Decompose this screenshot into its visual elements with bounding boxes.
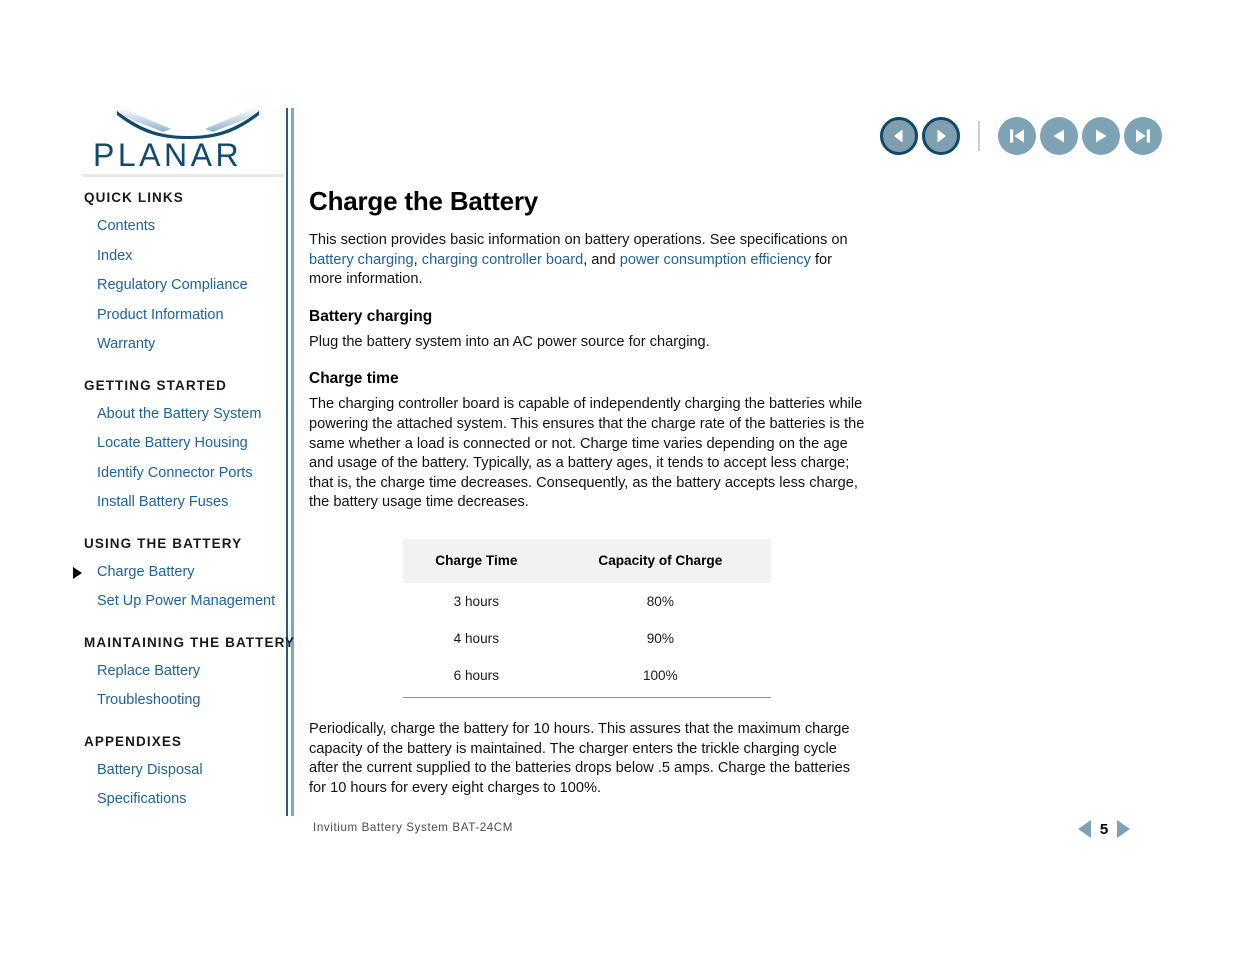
cell-charge-time: 3 hours (453, 593, 499, 609)
document-page: PLANAR QUICK LINKS Contents Index Regula… (0, 0, 1235, 954)
column-header-capacity-of-charge: Capacity of Charge (549, 538, 771, 583)
sidebar-heading: GETTING STARTED (84, 377, 227, 393)
history-nav-group (880, 117, 960, 155)
logo-wordmark: PLANAR (93, 137, 243, 173)
last-page-button[interactable] (1124, 117, 1162, 155)
sidebar-item-about-the-battery-system[interactable]: About the Battery System (84, 400, 289, 430)
skip-to-end-icon (1136, 129, 1150, 143)
sidebar-item-warranty[interactable]: Warranty (84, 330, 289, 360)
current-page-marker-icon (73, 566, 82, 579)
page-nav-group (998, 117, 1162, 155)
link-power-consumption-efficiency[interactable]: power consumption efficiency (620, 252, 811, 268)
link-battery-charging[interactable]: battery charging (309, 252, 414, 268)
cell-charge-time: 6 hours (403, 656, 550, 698)
triangle-left-icon (1053, 129, 1064, 143)
column-header-charge-time: Charge Time (403, 538, 550, 583)
intro-text-part2: , (413, 251, 422, 268)
intro-text-part1: This section provides basic information … (309, 232, 848, 248)
sidebar-item-install-battery-fuses[interactable]: Install Battery Fuses (84, 488, 289, 518)
cell-capacity: 100% (549, 656, 771, 698)
arrow-left-icon (894, 129, 903, 143)
sidebar-heading: QUICK LINKS (84, 190, 184, 205)
logo-swoosh-icon (115, 107, 261, 139)
arrow-right-icon (937, 129, 946, 143)
main-content: Charge the Battery This section provides… (309, 186, 869, 814)
sidebar-item-contents[interactable]: Contents (84, 212, 289, 242)
charge-time-table: Charge Time Capacity of Charge 3 hours 8… (403, 538, 771, 698)
cell-capacity: 90% (646, 630, 674, 646)
planar-logo[interactable]: PLANAR (93, 105, 273, 173)
table-header: Charge Time Capacity of Charge (403, 538, 771, 583)
triangle-right-icon (1096, 129, 1107, 143)
section-heading-battery-charging: Battery charging (309, 307, 433, 325)
closing-paragraph: Periodically, charge the battery for 10 … (309, 720, 851, 796)
sidebar-item-product-information[interactable]: Product Information (84, 301, 289, 331)
footer-document-title: Invitium Battery System BAT-24CM (313, 821, 514, 834)
sidebar-heading: USING THE BATTERY (84, 535, 243, 551)
sidebar-item-specifications[interactable]: Specifications (84, 785, 289, 815)
sidebar-item-regulatory-compliance[interactable]: Regulatory Compliance (84, 271, 289, 301)
intro-paragraph: This section provides basic information … (309, 231, 869, 290)
previous-page-button[interactable] (1040, 117, 1078, 155)
sidebar-section-appendixes: APPENDIXES Battery Disposal Specificatio… (84, 734, 289, 815)
table-body: 3 hours 80% 4 hours 90% 6 hours 100% (403, 583, 771, 698)
page-title: Charge the Battery (309, 186, 539, 216)
skip-to-start-icon (1010, 129, 1024, 143)
page-pager: 5 (1078, 820, 1130, 838)
table-header-row: Charge Time Capacity of Charge (403, 538, 771, 583)
sidebar-section-getting-started: GETTING STARTED About the Battery System… (84, 378, 289, 518)
forward-button[interactable] (922, 117, 960, 155)
pager-next-icon[interactable] (1117, 820, 1130, 838)
sidebar-item-set-up-power-management[interactable]: Set Up Power Management (84, 587, 289, 617)
section-heading-charge-time: Charge time (309, 370, 399, 388)
intro-text-part3: , and (583, 251, 620, 268)
cell-capacity: 80% (646, 593, 674, 609)
page-number: 5 (1099, 820, 1109, 838)
sidebar-item-battery-disposal[interactable]: Battery Disposal (84, 756, 289, 786)
sidebar-item-label: Charge Battery (97, 563, 195, 580)
sidebar-item-identify-connector-ports[interactable]: Identify Connector Ports (84, 459, 289, 489)
sidebar-section-maintaining-the-battery: MAINTAINING THE BATTERY Replace Battery … (84, 634, 296, 716)
section-battery-charging: Battery charging Plug the battery system… (309, 308, 869, 353)
top-navigation-bar (880, 117, 1162, 155)
sidebar-heading: APPENDIXES (84, 733, 183, 749)
sidebar-section-quick-links: QUICK LINKS Contents Index Regulatory Co… (84, 190, 289, 360)
first-page-button[interactable] (998, 117, 1036, 155)
table-row: 3 hours 80% (403, 583, 771, 620)
sidebar-divider-rule (82, 174, 284, 177)
link-charging-controller-board[interactable]: charging controller board (422, 252, 583, 268)
charge-time-paragraph: The charging controller board is capable… (309, 396, 865, 511)
sidebar-item-replace-battery[interactable]: Replace Battery (84, 657, 289, 687)
table-row: 4 hours 90% (403, 620, 771, 657)
sidebar-navigation: QUICK LINKS Contents Index Regulatory Co… (73, 190, 296, 821)
battery-charging-paragraph: Plug the battery system into an AC power… (309, 333, 710, 350)
sidebar-item-locate-battery-housing[interactable]: Locate Battery Housing (84, 429, 289, 459)
sidebar-item-charge-battery[interactable]: Charge Battery (73, 558, 289, 588)
vertical-divider-light (291, 108, 294, 816)
pager-previous-icon[interactable] (1078, 820, 1091, 838)
sidebar-item-index[interactable]: Index (84, 242, 289, 272)
next-page-button[interactable] (1082, 117, 1120, 155)
back-button[interactable] (880, 117, 918, 155)
sidebar-heading: MAINTAINING THE BATTERY (84, 634, 296, 650)
cell-charge-time: 4 hours (453, 630, 499, 646)
table-row: 6 hours 100% (403, 656, 771, 698)
sidebar-section-using-the-battery: USING THE BATTERY Charge Battery Set Up … (73, 535, 289, 617)
section-charge-time: Charge time The charging controller boar… (309, 370, 869, 513)
nav-separator (978, 121, 980, 151)
sidebar-item-troubleshooting[interactable]: Troubleshooting (84, 686, 289, 716)
